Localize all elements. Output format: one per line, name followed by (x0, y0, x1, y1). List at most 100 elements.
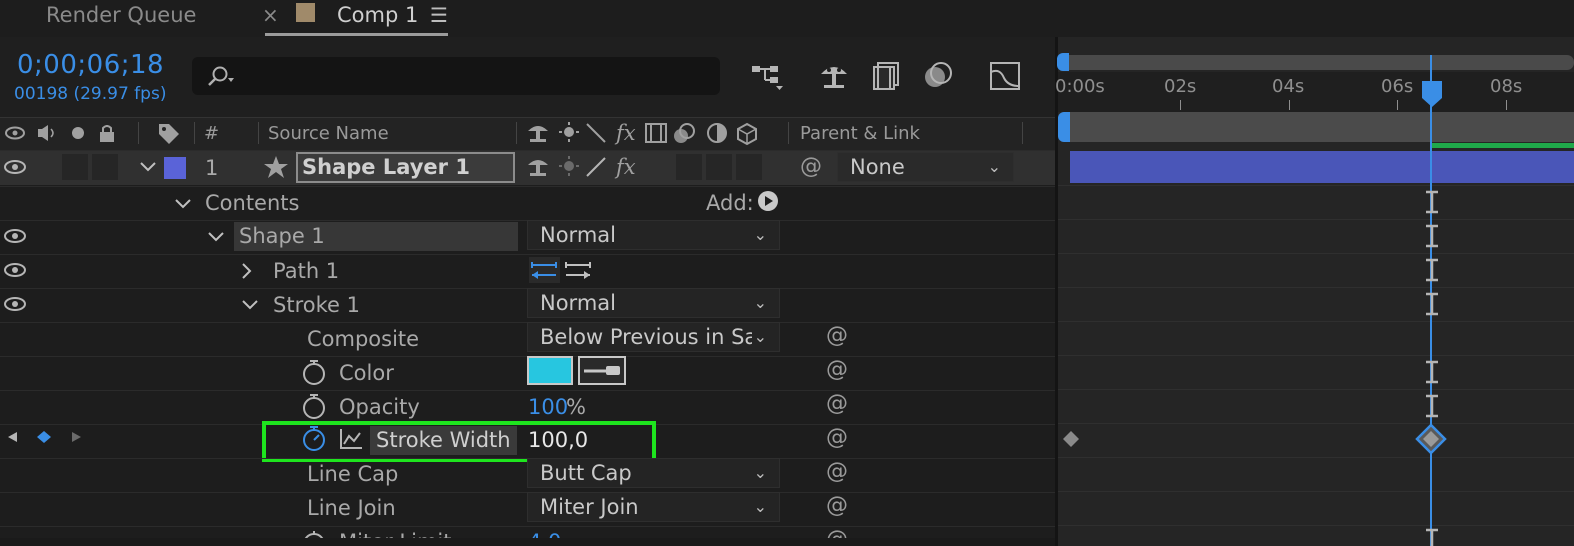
tick-label: 06s (1381, 76, 1414, 97)
tab-bar (0, 0, 1574, 37)
tick-label: 04s (1272, 76, 1305, 97)
stroke-blend-dropdown[interactable]: Normal ⌄ (527, 288, 780, 318)
ibeam-marker-icon (1426, 292, 1438, 316)
ibeam-marker-icon (1426, 190, 1438, 214)
stopwatch-icon[interactable] (301, 393, 327, 421)
layer-switch-icons[interactable]: fx (525, 154, 645, 180)
search-input[interactable] (192, 57, 720, 95)
column-separator (516, 122, 517, 144)
svg-text:fx: fx (614, 121, 636, 145)
expression-pick-whip-icon[interactable]: @ (826, 493, 848, 518)
composite-dropdown[interactable]: Below Previous in Sar ⌄ (527, 322, 780, 352)
shy-switch[interactable] (92, 154, 118, 180)
expression-pick-whip-icon[interactable]: @ (826, 357, 848, 382)
layer-label-color[interactable] (164, 157, 186, 179)
expression-pick-whip-icon[interactable]: @ (826, 425, 848, 450)
lock-switch[interactable] (62, 154, 88, 180)
motion-blur-icon[interactable] (922, 60, 954, 90)
3d-switch[interactable] (736, 154, 762, 180)
work-area-start-handle[interactable] (1058, 112, 1070, 142)
motion-blur-switch[interactable] (676, 154, 702, 180)
eyedropper-icon[interactable] (578, 356, 626, 385)
composition-flowchart-icon[interactable] (750, 60, 786, 92)
visibility-eye-icon[interactable] (4, 263, 26, 277)
layer-name-field[interactable]: Shape Layer 1 (296, 152, 515, 183)
tab-render-queue[interactable]: Render Queue (46, 3, 196, 27)
comp-color-swatch (296, 3, 315, 22)
color-label: Color (339, 361, 394, 385)
shy-layers-icon[interactable] (818, 62, 850, 90)
opacity-value[interactable]: 100 (528, 395, 568, 419)
tab-comp[interactable]: Comp 1 (337, 3, 418, 27)
chevron-down-icon[interactable] (174, 197, 192, 211)
stopwatch-icon[interactable] (301, 359, 327, 387)
keyframe-diamond-icon (37, 431, 51, 443)
stroke-label: Stroke 1 (273, 293, 360, 317)
frame-count: 00198 (29.97 fps) (14, 84, 167, 104)
menu-icon[interactable]: ☰ (430, 3, 448, 27)
color-swatch[interactable] (527, 356, 573, 385)
adjustment-switch[interactable] (706, 154, 732, 180)
line-join-label: Line Join (307, 496, 396, 520)
layer-duration-bar[interactable] (1070, 151, 1574, 183)
work-area-bar[interactable] (1062, 112, 1574, 142)
chevron-right-icon[interactable] (240, 262, 254, 280)
parent-dropdown[interactable]: None ⌄ (837, 152, 1014, 182)
star-icon (264, 156, 288, 178)
timeline-row-divider (1058, 525, 1574, 526)
navigator-start-handle[interactable] (1057, 53, 1069, 71)
chevron-down-icon[interactable] (139, 160, 157, 174)
render-bar (1432, 143, 1574, 148)
visibility-eye-icon[interactable] (4, 160, 26, 174)
shape-blend-dropdown[interactable]: Normal ⌄ (527, 220, 780, 250)
close-icon[interactable]: × (262, 3, 279, 27)
timeline-row-divider (1058, 389, 1574, 390)
property-row (0, 186, 1055, 220)
column-number: # (204, 123, 220, 144)
expression-pick-whip-icon[interactable]: @ (826, 391, 848, 416)
timeline-row-divider (1058, 287, 1574, 288)
keyframe-diamond-icon[interactable] (1062, 430, 1080, 448)
timeline-row-divider (1058, 423, 1574, 424)
add-menu-play-icon[interactable] (757, 190, 779, 212)
tick-label: 0:00s (1055, 76, 1105, 97)
timeline-row-divider (1058, 185, 1574, 186)
time-navigator[interactable] (1062, 55, 1574, 70)
chevron-down-icon[interactable] (207, 230, 225, 244)
visibility-eye-icon[interactable] (4, 229, 26, 243)
tick-label: 02s (1164, 76, 1197, 97)
add-label: Add: (706, 191, 754, 215)
graph-editor-icon[interactable] (988, 60, 1022, 92)
line-cap-label: Line Cap (307, 462, 399, 486)
line-cap-dropdown[interactable]: Butt Cap ⌄ (527, 458, 780, 488)
visibility-eye-icon[interactable] (4, 297, 26, 311)
expression-pick-whip-icon[interactable]: @ (826, 323, 848, 348)
tick-mark (1397, 100, 1398, 110)
next-keyframe-icon (72, 432, 81, 442)
ibeam-marker-icon (1426, 394, 1438, 418)
line-join-dropdown[interactable]: Miter Join ⌄ (527, 492, 780, 522)
ibeam-marker-icon (1426, 360, 1438, 384)
chevron-down-icon[interactable] (241, 298, 259, 312)
ibeam-marker-icon (1426, 224, 1438, 248)
layer-index: 1 (205, 156, 219, 180)
timeline-row-divider (1058, 355, 1574, 356)
column-parent-link[interactable]: Parent & Link (800, 123, 920, 144)
pick-whip-icon[interactable]: @ (800, 154, 822, 179)
composite-label: Composite (307, 327, 420, 351)
ibeam-marker-icon (1426, 258, 1438, 282)
column-source-name[interactable]: Source Name (268, 123, 389, 144)
selected-keyframe-diamond-icon[interactable] (1415, 423, 1447, 455)
path-direction-icons[interactable] (528, 256, 598, 284)
horizontal-scrollbar[interactable] (0, 538, 1055, 546)
keyframe-navigator[interactable] (6, 430, 86, 448)
playhead-handle-icon[interactable] (1421, 80, 1443, 108)
label-tag-icon[interactable] (157, 122, 181, 144)
timeline-row-divider (1058, 457, 1574, 458)
expression-pick-whip-icon[interactable]: @ (826, 459, 848, 484)
timeline-row-divider (1058, 321, 1574, 322)
current-timecode[interactable]: 0;00;06;18 (17, 50, 164, 80)
shape-group-label[interactable]: Shape 1 (234, 222, 518, 251)
timeline-row-divider (1058, 253, 1574, 254)
frame-blending-icon[interactable] (872, 60, 902, 90)
